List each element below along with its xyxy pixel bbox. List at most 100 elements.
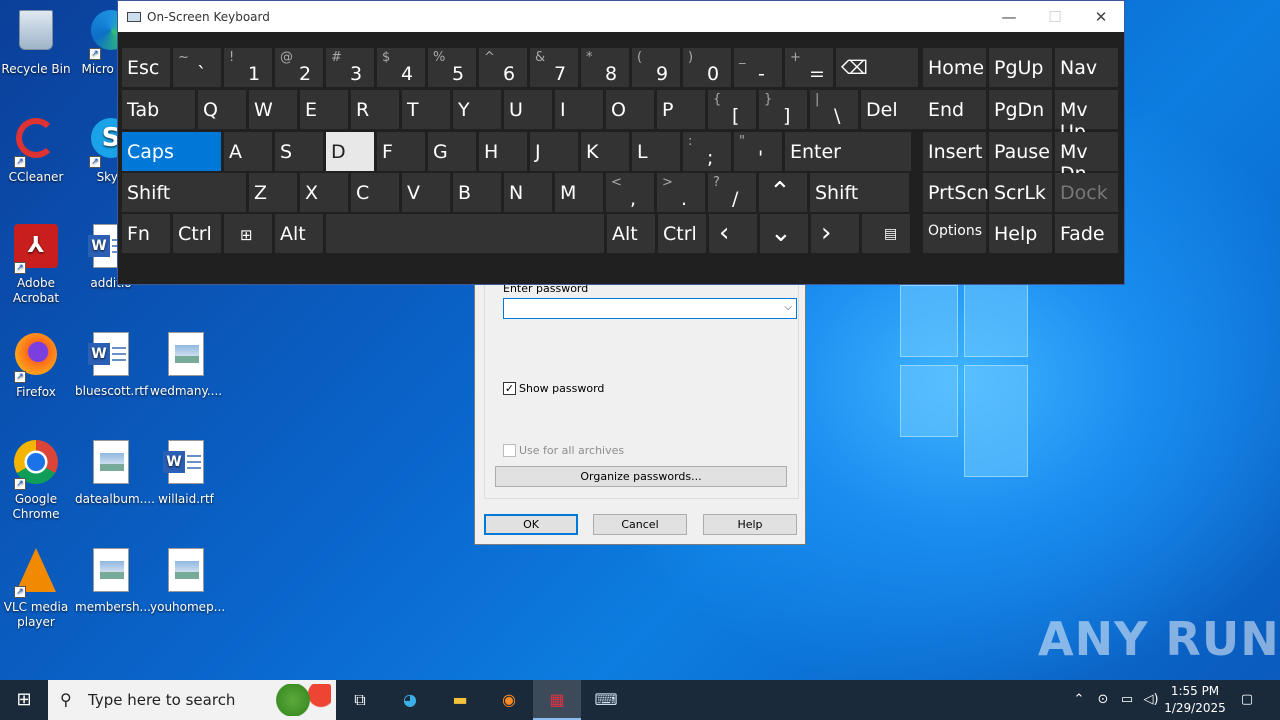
key-symbol[interactable]: >.: [657, 173, 705, 212]
key-help[interactable]: Help: [989, 214, 1052, 253]
key-symbol[interactable]: _ -: [734, 48, 782, 87]
key-p[interactable]: P: [657, 90, 705, 129]
desktop-icon[interactable]: Wwillaid.rtf: [150, 438, 222, 507]
key-8[interactable]: * 8: [581, 48, 629, 87]
arrow-right-icon[interactable]: ›: [811, 214, 859, 253]
key-2[interactable]: @2: [275, 48, 323, 87]
key-symbol[interactable]: <,: [606, 173, 654, 212]
key-o[interactable]: O: [606, 90, 654, 129]
desktop-icon[interactable]: ↗ CCleaner: [0, 114, 72, 185]
key-b[interactable]: B: [453, 173, 501, 212]
key-d[interactable]: D: [326, 132, 374, 171]
search-box[interactable]: ⚲ Type here to search: [48, 680, 336, 720]
arrow-down-icon[interactable]: ⌄: [760, 214, 808, 253]
desktop-icon[interactable]: ↗ Google Chrome: [0, 438, 72, 522]
file-explorer-button[interactable]: ▬: [436, 680, 484, 720]
desktop-icon[interactable]: ↗ Firefox: [0, 330, 72, 400]
key-fn[interactable]: Fn: [122, 214, 170, 253]
help-button[interactable]: Help: [703, 514, 797, 535]
word-doc-icon[interactable]: W: [87, 332, 135, 380]
key-symbol[interactable]: {[: [708, 90, 756, 129]
windows-icon[interactable]: ⊞: [16, 689, 31, 710]
key-1[interactable]: ! 1: [224, 48, 272, 87]
desktop-icon[interactable]: ⅄ ↗ Adobe Acrobat: [0, 222, 72, 306]
key-pgdn[interactable]: PgDn: [989, 90, 1052, 129]
windows-key-icon[interactable]: ⊞: [224, 214, 272, 253]
show-password-checkbox[interactable]: ✓ Show password: [503, 382, 604, 395]
key-0[interactable]: ) 0: [683, 48, 731, 87]
arrow-up-icon[interactable]: ⌃: [759, 173, 807, 212]
key-f[interactable]: F: [377, 132, 425, 171]
start-button[interactable]: ⊞: [0, 680, 48, 720]
key-l[interactable]: L: [632, 132, 680, 171]
volume-icon[interactable]: ◁): [1140, 680, 1162, 720]
task-view-icon[interactable]: ⧉: [354, 690, 365, 709]
chevron-down-icon[interactable]: ⌵: [784, 302, 792, 313]
desktop-icon[interactable]: wedmany....: [150, 330, 222, 399]
key-x[interactable]: X: [300, 173, 348, 212]
menu-key-icon[interactable]: ▤: [862, 214, 910, 253]
key-c[interactable]: C: [351, 173, 399, 212]
key-pgup[interactable]: PgUp: [989, 48, 1052, 87]
key-y[interactable]: Y: [453, 90, 501, 129]
key-r[interactable]: R: [351, 90, 399, 129]
arrow-left-icon[interactable]: ‹: [709, 214, 757, 253]
key-home[interactable]: Home: [923, 48, 986, 87]
close-button[interactable]: ✕: [1078, 8, 1124, 26]
key-4[interactable]: $4: [377, 48, 425, 87]
key-shift[interactable]: Shift: [810, 173, 909, 212]
key-symbol[interactable]: ? /: [708, 173, 756, 212]
key-9[interactable]: (9: [632, 48, 680, 87]
key-q[interactable]: Q: [198, 90, 246, 129]
key-alt[interactable]: Alt: [607, 214, 655, 253]
recycle-bin-icon[interactable]: [12, 10, 60, 58]
osk-titlebar[interactable]: On-Screen Keyboard — ☐ ✕: [118, 1, 1124, 32]
check-icon[interactable]: ✓: [503, 382, 516, 395]
key-7[interactable]: & 7: [530, 48, 578, 87]
key-n[interactable]: N: [504, 173, 552, 212]
winrar-taskbar-button[interactable]: ▦: [533, 680, 581, 720]
image-file-icon[interactable]: [162, 548, 210, 596]
key-h[interactable]: H: [479, 132, 527, 171]
chrome-icon[interactable]: ↗: [12, 440, 60, 490]
notification-icon[interactable]: ▢: [1241, 692, 1253, 707]
key-insert[interactable]: Insert: [923, 132, 986, 171]
image-file-icon[interactable]: [87, 440, 135, 488]
password-combobox[interactable]: ⌵: [503, 298, 797, 319]
minimize-button[interactable]: —: [986, 8, 1032, 26]
key-ctrl[interactable]: Ctrl: [658, 214, 706, 253]
vlc-icon[interactable]: ↗: [12, 548, 60, 598]
notifications-button[interactable]: ▢: [1234, 680, 1260, 720]
key-shift[interactable]: Shift: [122, 173, 246, 212]
key-symbol[interactable]: | \: [810, 90, 858, 129]
cancel-button[interactable]: Cancel: [593, 514, 687, 535]
firefox-icon[interactable]: ◉: [502, 690, 516, 709]
key-fade[interactable]: Fade: [1055, 214, 1118, 253]
key-a[interactable]: A: [224, 132, 272, 171]
key-symbol[interactable]: " ': [734, 132, 782, 171]
desktop-icon[interactable]: ↗ VLC media player: [0, 546, 72, 630]
keyboard-icon[interactable]: ⌨: [594, 690, 617, 709]
key-6[interactable]: ^ 6: [479, 48, 527, 87]
osk-taskbar-button[interactable]: ⌨: [582, 680, 630, 720]
key-alt[interactable]: Alt: [275, 214, 323, 253]
desktop-icon[interactable]: Wbluescott.rtf: [75, 330, 148, 399]
clock[interactable]: 1:55 PM 1/29/2025: [1160, 683, 1230, 717]
key-g[interactable]: G: [428, 132, 476, 171]
backspace-icon[interactable]: ⌫: [836, 48, 918, 87]
show-hidden-icons[interactable]: ⌃: [1068, 680, 1090, 720]
ccleaner-icon[interactable]: ↗: [12, 118, 60, 168]
image-file-icon[interactable]: [87, 548, 135, 596]
key-symbol[interactable]: ~ `: [173, 48, 221, 87]
firefox-icon[interactable]: ↗: [12, 333, 60, 383]
key-e[interactable]: E: [300, 90, 348, 129]
firefox-taskbar-button[interactable]: ◉: [485, 680, 533, 720]
key-mv-dn[interactable]: Mv Dn: [1055, 132, 1118, 185]
key-s[interactable]: S: [275, 132, 323, 171]
key-j[interactable]: J: [530, 132, 578, 171]
key-prtscn[interactable]: PrtScn: [923, 173, 989, 212]
key-esc[interactable]: Esc: [122, 48, 170, 87]
key-i[interactable]: I: [555, 90, 603, 129]
edge-icon[interactable]: ◕: [403, 690, 417, 709]
key-symbol[interactable]: }]: [759, 90, 807, 129]
